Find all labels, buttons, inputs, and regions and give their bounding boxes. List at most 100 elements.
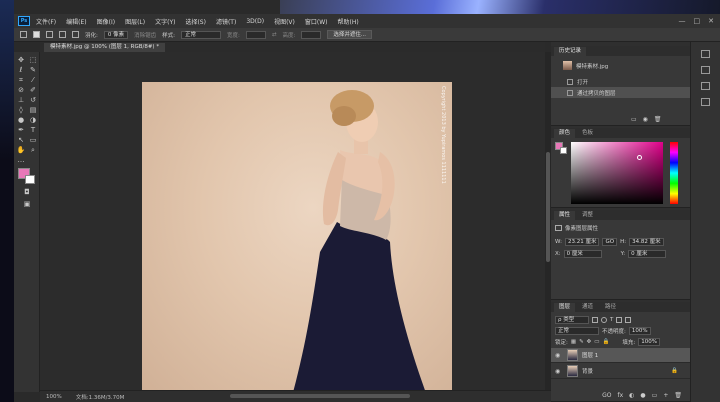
- new-layer-icon[interactable]: +: [663, 392, 668, 399]
- menu-file[interactable]: 文件(F): [36, 17, 56, 26]
- gradient-tool-icon[interactable]: ▤: [28, 106, 38, 114]
- move-tool-icon[interactable]: ✥: [16, 56, 26, 64]
- marquee-tool-icon[interactable]: ⬚: [28, 56, 38, 64]
- tab-paths[interactable]: 路径: [600, 303, 621, 312]
- lock-paint-icon[interactable]: ✎: [579, 339, 584, 345]
- tab-adjustments[interactable]: 调整: [577, 211, 598, 220]
- visibility-eye-icon[interactable]: ◉: [555, 352, 563, 359]
- width-input[interactable]: [245, 30, 266, 39]
- path-select-tool-icon[interactable]: ↖: [16, 136, 26, 144]
- new-group-icon[interactable]: ▭: [652, 392, 658, 399]
- brush-tool-icon[interactable]: ✐: [28, 86, 38, 94]
- stamp-tool-icon[interactable]: ⊥: [16, 96, 26, 104]
- quick-select-tool-icon[interactable]: ✎: [28, 66, 38, 74]
- zoom-level[interactable]: 100%: [46, 394, 62, 400]
- menu-image[interactable]: 图像(I): [97, 17, 115, 26]
- horizontal-scrollbar-thumb[interactable]: [230, 394, 410, 398]
- tab-swatches[interactable]: 色板: [577, 129, 598, 138]
- subtract-selection-icon[interactable]: [59, 31, 66, 38]
- eraser-tool-icon[interactable]: ◊: [16, 106, 26, 114]
- x-field[interactable]: 0 厘米: [563, 250, 602, 258]
- menu-type[interactable]: 文字(Y): [155, 17, 175, 26]
- add-mask-icon[interactable]: ◐: [629, 392, 634, 399]
- tab-color[interactable]: 颜色: [554, 129, 576, 138]
- more-tools-icon[interactable]: …: [16, 156, 26, 164]
- history-item[interactable]: 打开: [551, 76, 690, 87]
- filter-smart-icon[interactable]: [625, 317, 632, 323]
- history-item[interactable]: 通过拷贝的图层: [551, 87, 690, 98]
- color-picker-field[interactable]: [571, 142, 663, 204]
- blend-mode-select[interactable]: 正常: [555, 327, 599, 335]
- background-color-swatch[interactable]: [25, 175, 35, 184]
- tab-properties[interactable]: 属性: [554, 211, 576, 220]
- antialias-checkbox[interactable]: 消除锯齿: [134, 31, 156, 39]
- link-layers-icon[interactable]: GO: [602, 392, 611, 399]
- filter-adjust-icon[interactable]: [601, 317, 607, 323]
- zoom-tool-icon[interactable]: ⌕: [28, 146, 38, 154]
- add-selection-icon[interactable]: [46, 31, 53, 38]
- scrollbar-thumb[interactable]: [546, 152, 550, 262]
- lock-move-icon[interactable]: ✥: [587, 339, 592, 345]
- layer-effects-icon[interactable]: fx: [618, 392, 624, 399]
- tab-layers[interactable]: 图层: [554, 303, 576, 312]
- menu-edit[interactable]: 编辑(E): [66, 17, 86, 26]
- quick-mask-icon[interactable]: ◘: [22, 188, 32, 196]
- hue-slider[interactable]: [670, 142, 678, 204]
- y-field[interactable]: 0 厘米: [628, 250, 667, 258]
- height-input[interactable]: [301, 30, 322, 39]
- select-and-mask-button[interactable]: 选择并遮住...: [327, 30, 373, 39]
- layer-filter-select[interactable]: ρ 类型: [555, 316, 589, 324]
- delete-layer-icon[interactable]: 🗑: [674, 392, 682, 399]
- document-tab[interactable]: 模特素材.jpg @ 100% (图层 1, RGB/8#) *: [44, 43, 166, 52]
- shape-tool-icon[interactable]: ▭: [28, 136, 38, 144]
- menu-help[interactable]: 帮助(H): [338, 17, 359, 26]
- new-document-icon[interactable]: ▭: [631, 116, 637, 123]
- lock-all-icon[interactable]: 🔒: [602, 339, 609, 345]
- lock-artboard-icon[interactable]: ▭: [594, 339, 599, 345]
- marquee-preset-icon[interactable]: [20, 31, 27, 38]
- maximize-icon[interactable]: □: [694, 17, 701, 25]
- dodge-tool-icon[interactable]: ◑: [28, 116, 38, 124]
- swap-icon[interactable]: ⇄: [272, 32, 277, 38]
- history-brush-tool-icon[interactable]: ↺: [28, 96, 38, 104]
- hand-tool-icon[interactable]: ✋: [16, 146, 26, 154]
- snapshot-icon[interactable]: ◉: [643, 116, 648, 123]
- feather-input[interactable]: 0 像素: [103, 30, 129, 39]
- menu-layer[interactable]: 图层(L): [125, 17, 145, 26]
- filter-pixel-icon[interactable]: [592, 317, 598, 323]
- minimize-icon[interactable]: —: [679, 17, 686, 25]
- panel-history-icon[interactable]: [701, 50, 710, 58]
- delete-icon[interactable]: 🗑: [654, 116, 662, 123]
- color-picker-cursor[interactable]: [637, 155, 642, 160]
- layer-row[interactable]: ◉ 背景 🔒: [551, 364, 690, 379]
- filter-shape-icon[interactable]: [616, 317, 623, 323]
- filter-type-icon[interactable]: T: [610, 317, 613, 323]
- color-background-chip[interactable]: [560, 147, 567, 154]
- eyedropper-tool-icon[interactable]: ⁄: [28, 76, 38, 84]
- width-field[interactable]: 23.21 厘米: [564, 238, 600, 246]
- panel-character-icon[interactable]: [701, 82, 710, 90]
- menu-window[interactable]: 窗口(W): [305, 17, 328, 26]
- style-select[interactable]: 正常: [180, 30, 221, 39]
- screen-mode-icon[interactable]: ▣: [22, 200, 32, 208]
- history-snapshot[interactable]: 模特素材.jpg: [551, 60, 690, 71]
- tab-history[interactable]: 历史记录: [554, 47, 587, 56]
- menu-view[interactable]: 视图(V): [274, 17, 295, 26]
- layer-row[interactable]: ◉ 图层 1: [551, 348, 690, 363]
- tab-channels[interactable]: 通道: [577, 303, 598, 312]
- height-field[interactable]: 34.82 厘米: [629, 238, 664, 246]
- link-dimensions-icon[interactable]: GO: [602, 238, 618, 246]
- lock-transparent-icon[interactable]: ▦: [571, 339, 576, 345]
- panel-info-icon[interactable]: [701, 66, 710, 74]
- pen-tool-icon[interactable]: ✒: [16, 126, 26, 134]
- document-canvas[interactable]: Copyright 2013 by Yupiramos 1111111: [142, 82, 452, 396]
- close-icon[interactable]: ✕: [708, 17, 714, 25]
- blur-tool-icon[interactable]: ●: [16, 116, 26, 124]
- opacity-field[interactable]: 100%: [628, 327, 651, 335]
- crop-tool-icon[interactable]: ⌗: [16, 76, 26, 84]
- adjustment-layer-icon[interactable]: ●: [640, 392, 645, 399]
- lasso-tool-icon[interactable]: ℓ: [16, 66, 26, 74]
- menu-filter[interactable]: 滤镜(T): [216, 17, 236, 26]
- type-tool-icon[interactable]: T: [28, 126, 38, 134]
- new-selection-icon[interactable]: [33, 31, 40, 38]
